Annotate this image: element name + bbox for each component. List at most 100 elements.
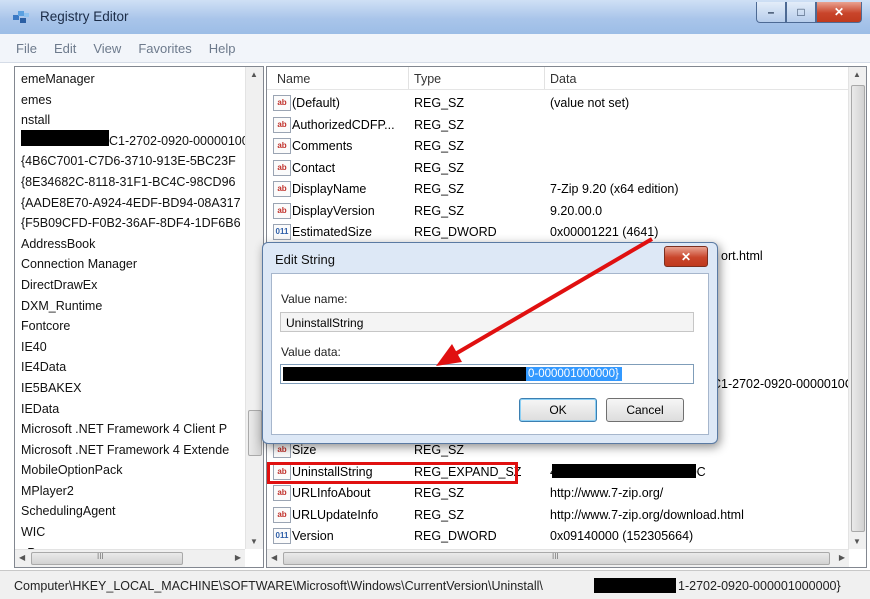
tree-item[interactable]: Microsoft .NET Framework 4 Client P — [21, 419, 249, 440]
value-row[interactable]: ab Contact REG_SZ — [267, 158, 849, 179]
tree-item[interactable]: {F5B09CFD-F0B2-36AF-8DF4-1DF6B6 — [21, 213, 249, 234]
menu-favorites[interactable]: Favorites — [129, 41, 199, 56]
tree-item[interactable]: WIC — [21, 522, 249, 543]
value-row[interactable]: ab URLInfoAbout REG_SZ http://www.7-zip.org… — [267, 483, 849, 504]
tree-vertical-scrollbar[interactable]: ▲ ▼ — [245, 67, 263, 549]
string-value-icon: ab — [273, 485, 291, 501]
column-header-data[interactable]: Data — [550, 72, 576, 86]
menu-edit[interactable]: Edit — [45, 41, 84, 56]
scroll-left-icon[interactable]: ◀ — [19, 553, 25, 562]
tree-item[interactable]: AddressBook — [21, 234, 249, 255]
tree-item[interactable]: DXM_Runtime — [21, 296, 249, 317]
key-tree-pane[interactable]: emeManager emes nstall C1-2702-0920-0000010… — [14, 66, 264, 568]
tree-item[interactable]: emeManager — [21, 69, 249, 90]
value-name: Size — [292, 443, 317, 457]
value-row[interactable]: ab URLUpdateInfo REG_SZ http://www.7-zip.or… — [267, 505, 849, 526]
string-value-icon: ab — [273, 116, 291, 133]
tree-item[interactable]: {4B6C7001-C7D6-3710-913E-5BC23F — [21, 151, 249, 172]
tree-item[interactable]: MobileOptionPack — [21, 460, 249, 481]
tree-item[interactable]: SchedulingAgent — [21, 501, 249, 522]
tree-item[interactable]: IEData — [21, 399, 249, 420]
tree-item[interactable]: IE4Data — [21, 357, 249, 378]
tree-item[interactable]: {AADE8E70-A924-4EDF-BD94-08A317 — [21, 193, 249, 214]
tree-item[interactable]: {8E34682C-8118-31F1-BC4C-98CD96 — [21, 172, 249, 193]
tree-item[interactable]: emes — [21, 90, 249, 111]
column-header-name[interactable]: Name — [277, 72, 310, 86]
value-row[interactable]: 011 Version REG_DWORD 0x09140000 (152305664… — [267, 526, 849, 547]
value-row[interactable]: ab Comments REG_SZ — [267, 136, 849, 157]
status-path-tail: 1-2702-0920-000001000000} — [678, 579, 841, 593]
menu-view[interactable]: View — [84, 41, 129, 56]
tree-item[interactable]: Fontcore — [21, 316, 249, 337]
string-value-icon: ab — [273, 138, 291, 154]
dialog-body: Value name: UninstallString Value data: … — [271, 273, 709, 435]
dialog-title: Edit String — [275, 252, 335, 267]
string-value-icon: ab — [273, 506, 291, 523]
status-bar: Computer\HKEY_LOCAL_MACHINE\SOFTWARE\Mic… — [0, 570, 870, 599]
cancel-button[interactable]: Cancel — [606, 398, 684, 422]
maximize-button[interactable]: □ — [786, 2, 816, 23]
list-hscroll-thumb[interactable]: III — [283, 552, 830, 565]
registry-editor-icon — [13, 11, 29, 23]
window-title: Registry Editor — [40, 9, 129, 24]
minimize-button[interactable]: – — [756, 2, 786, 23]
value-data: 9.20.00.0 — [550, 203, 603, 218]
binary-value-icon: 011 — [273, 528, 291, 544]
status-path: Computer\HKEY_LOCAL_MACHINE\SOFTWARE\Mic… — [14, 579, 543, 593]
scroll-up-icon[interactable]: ▲ — [853, 70, 861, 79]
scroll-right-icon[interactable]: ▶ — [235, 553, 241, 562]
ok-button[interactable]: OK — [519, 398, 597, 422]
value-name: Comments — [292, 139, 353, 153]
grip-icon: III — [97, 552, 104, 561]
value-type: REG_SZ — [414, 486, 465, 500]
value-name: Version — [292, 529, 334, 543]
value-name: Contact — [292, 160, 336, 175]
list-header: Name Type Data — [267, 67, 849, 90]
column-header-type[interactable]: Type — [414, 72, 441, 86]
list-horizontal-scrollbar[interactable]: ◀ III ▶ — [267, 549, 849, 567]
redaction-bar — [594, 578, 676, 593]
value-name: DisplayName — [292, 182, 367, 196]
value-row[interactable]: 011 EstimatedSize REG_DWORD 0x00001221 (464… — [267, 222, 849, 243]
grip-icon: III — [552, 552, 559, 561]
tree-item[interactable]: Microsoft .NET Framework 4 Extende — [21, 440, 249, 461]
tree-scroll-thumb[interactable] — [248, 410, 262, 456]
scroll-left-icon[interactable]: ◀ — [271, 553, 277, 562]
value-data: 7-Zip 9.20 (x64 edition) — [550, 182, 679, 196]
string-value-icon: ab — [273, 181, 291, 197]
tree-item[interactable]: Connection Manager — [21, 254, 249, 275]
value-data-field[interactable]: 0-000001000000} — [280, 364, 694, 384]
tree-item[interactable]: MPlayer2 — [21, 481, 249, 502]
scroll-up-icon[interactable]: ▲ — [250, 70, 258, 79]
tree-item[interactable]: IE40 — [21, 337, 249, 358]
value-row[interactable]: ab AuthorizedCDFP... REG_SZ — [267, 115, 849, 136]
scroll-right-icon[interactable]: ▶ — [839, 553, 845, 562]
menu-file[interactable]: File — [0, 41, 45, 56]
tree-hscroll-thumb[interactable]: III — [31, 552, 183, 565]
value-row[interactable]: ab (Default) REG_SZ (value not set) — [267, 93, 849, 114]
value-type: REG_SZ — [414, 182, 465, 196]
tree-item[interactable]: nstall — [21, 110, 249, 131]
scroll-down-icon[interactable]: ▼ — [250, 537, 258, 546]
tree-item[interactable]: IE5BAKEX — [21, 378, 249, 399]
string-value-icon: ab — [273, 442, 291, 458]
value-type: REG_SZ — [414, 139, 465, 153]
menu-bar: File Edit View Favorites Help — [0, 34, 870, 63]
value-type: REG_SZ — [414, 443, 465, 457]
value-data-label: Value data: — [281, 345, 341, 359]
value-name-label: Value name: — [281, 292, 348, 306]
list-scroll-thumb[interactable] — [851, 85, 865, 532]
value-row[interactable]: ab DisplayVersion REG_SZ 9.20.00.0 — [267, 201, 849, 222]
value-type: REG_SZ — [414, 117, 465, 132]
scroll-down-icon[interactable]: ▼ — [853, 537, 861, 546]
value-data: 0x09140000 (152305664) — [550, 529, 694, 543]
menu-help[interactable]: Help — [200, 41, 244, 56]
value-row[interactable]: ab DisplayName REG_SZ 7-Zip 9.20 (x64 editi… — [267, 179, 849, 200]
string-value-icon: ab — [273, 159, 291, 176]
tree-horizontal-scrollbar[interactable]: ◀ III ▶ — [15, 549, 245, 567]
tree-item[interactable]: DirectDrawEx — [21, 275, 249, 296]
close-button[interactable]: ✕ — [816, 2, 862, 23]
dialog-close-button[interactable]: ✕ — [664, 246, 708, 267]
value-type: REG_DWORD — [414, 225, 497, 239]
list-vertical-scrollbar[interactable]: ▲ ▼ — [848, 67, 866, 549]
